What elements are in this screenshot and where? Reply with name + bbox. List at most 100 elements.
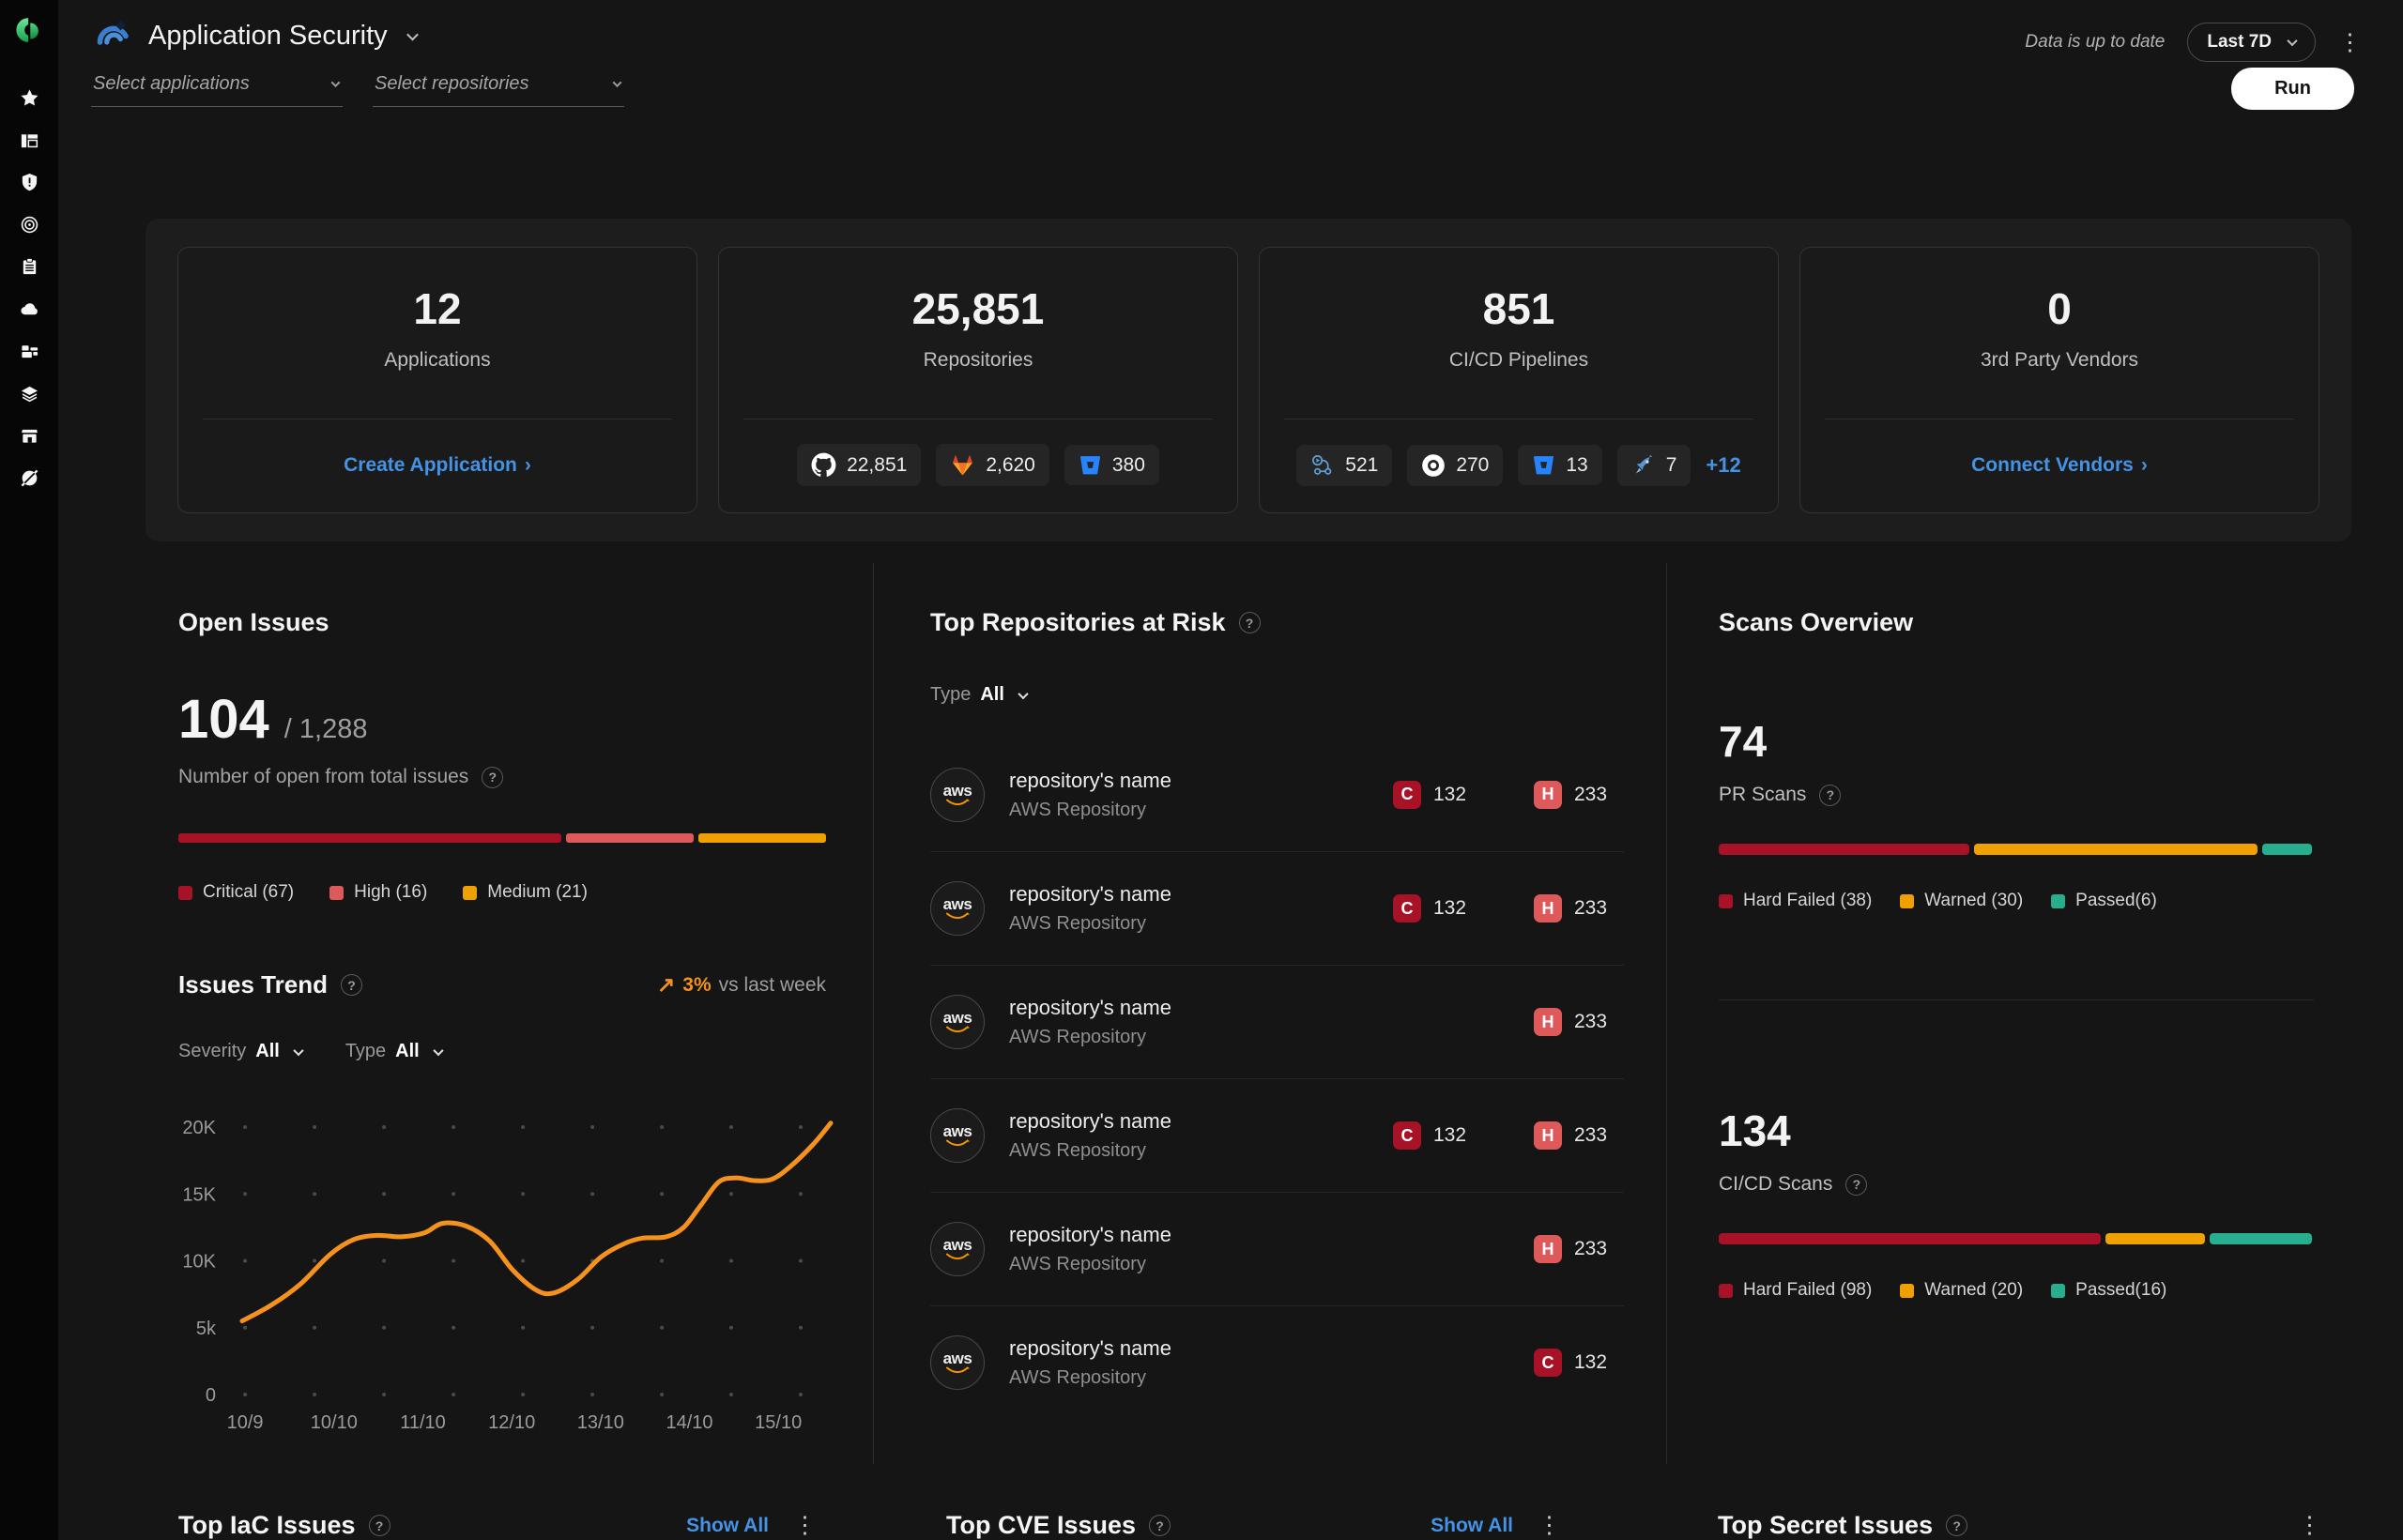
pr-scans-label: PR Scans ? xyxy=(1719,784,2314,806)
gitlab-repos-count: 2,620 xyxy=(986,453,1035,476)
bitbucket-repos-count: 380 xyxy=(1111,453,1145,476)
cicd-passed-segment xyxy=(2210,1233,2312,1244)
dashboard-layout-icon[interactable] xyxy=(8,119,50,161)
top-secret-issues-title: Top Secret Issues xyxy=(1718,1511,1934,1539)
iac-show-all-link[interactable]: Show All xyxy=(686,1515,769,1537)
storefront-icon[interactable] xyxy=(8,415,50,457)
cloud-icon[interactable] xyxy=(8,288,50,330)
github-actions-count: 521 xyxy=(1345,453,1379,476)
connect-vendors-link[interactable]: Connect Vendors › xyxy=(1971,454,2148,477)
shield-alert-icon[interactable] xyxy=(8,161,50,204)
title-chevron-down-icon[interactable] xyxy=(406,28,419,41)
high-badge: H xyxy=(1534,1008,1562,1036)
cicd-scans-bar xyxy=(1719,1233,2312,1244)
azure-pipelines-count: 7 xyxy=(1665,453,1677,476)
sidebar xyxy=(0,0,58,1540)
create-application-link[interactable]: Create Application › xyxy=(344,454,531,477)
iac-help-icon[interactable]: ? xyxy=(368,1515,390,1536)
main-columns: Open Issues 104 / 1,288 Number of open f… xyxy=(94,563,2351,1464)
repo-name: repository's name xyxy=(1009,1336,1171,1360)
azure-pipelines-icon xyxy=(1631,453,1656,478)
legend-medium: Medium (21) xyxy=(463,882,588,903)
severity-dropdown[interactable]: Severity All xyxy=(178,1041,304,1062)
top-iac-issues-section: Top IaC Issues ? Show All ⋮ xyxy=(94,1496,873,1540)
cve-kebab-menu-icon[interactable]: ⋮ xyxy=(1538,1514,1561,1537)
iac-kebab-menu-icon[interactable]: ⋮ xyxy=(793,1514,817,1537)
data-status-text: Data is up to date xyxy=(2025,32,2166,52)
critical-badge: C xyxy=(1393,894,1421,922)
scans-divider xyxy=(1719,999,2314,1000)
layers-icon[interactable] xyxy=(8,373,50,415)
svg-text:15K: 15K xyxy=(182,1184,216,1205)
star-icon[interactable] xyxy=(8,77,50,119)
top-repos-help-icon[interactable]: ? xyxy=(1238,612,1261,633)
repo-name: repository's name xyxy=(1009,882,1171,906)
repo-row[interactable]: aws repository's name AWS Repository C 132 H 2… xyxy=(930,1078,1624,1192)
github-icon xyxy=(811,452,836,478)
open-issues-severity-bar xyxy=(178,833,826,843)
high-badge: H xyxy=(1534,894,1562,922)
summary-cards-panel: 12 Applications Create Application › 25,8… xyxy=(145,219,2351,541)
date-range-button[interactable]: Last 7D xyxy=(2187,23,2316,62)
high-count: 233 xyxy=(1574,1011,1608,1032)
aws-repo-icon: aws xyxy=(930,881,985,936)
high-badge-group: H 233 xyxy=(1534,1235,1624,1263)
high-badge-group: H 233 xyxy=(1534,894,1624,922)
open-issues-help-icon[interactable]: ? xyxy=(482,766,504,788)
high-bar-segment xyxy=(566,833,694,843)
high-count: 233 xyxy=(1574,1124,1608,1146)
cve-show-all-link[interactable]: Show All xyxy=(1431,1515,1513,1537)
type-dropdown-repos[interactable]: Type All xyxy=(930,684,1624,706)
issues-trend-help-icon[interactable]: ? xyxy=(340,974,362,996)
page-title: Application Security xyxy=(148,21,388,51)
date-range-value: Last 7D xyxy=(2207,32,2272,52)
applications-select[interactable]: Select applications xyxy=(91,69,343,107)
pipelines-more-link[interactable]: +12 xyxy=(1706,453,1740,478)
open-issues-section: Open Issues 104 / 1,288 Number of open f… xyxy=(94,563,873,1464)
repo-name: repository's name xyxy=(1009,996,1171,1019)
critical-badge-group: C 132 xyxy=(1393,780,1483,809)
repositories-select[interactable]: Select repositories xyxy=(373,69,624,107)
cve-help-icon[interactable]: ? xyxy=(1149,1515,1171,1536)
legend-high: High (16) xyxy=(329,882,427,903)
blocks-icon[interactable] xyxy=(8,330,50,373)
high-badge-group: H 233 xyxy=(1534,780,1624,809)
github-actions-icon xyxy=(1310,453,1335,478)
repo-row[interactable]: awsrepository's nameAWS RepositoryCH233 xyxy=(930,1192,1624,1305)
gitlab-icon xyxy=(950,452,975,478)
header-kebab-menu-icon[interactable]: ⋮ xyxy=(2338,30,2362,54)
scans-overview-title: Scans Overview xyxy=(1719,608,1914,636)
svg-text:15/10: 15/10 xyxy=(755,1412,802,1433)
applications-select-placeholder: Select applications xyxy=(93,73,250,94)
trend-delta-suffix: vs last week xyxy=(718,973,826,996)
applications-count: 12 xyxy=(413,284,462,333)
repo-row[interactable]: aws repository's name AWS Repository C 132 H 2… xyxy=(930,851,1624,965)
github-actions-chip: 521 xyxy=(1296,444,1393,486)
report-clipboard-icon[interactable] xyxy=(8,246,50,288)
scan-target-icon[interactable] xyxy=(8,204,50,246)
compass-icon[interactable] xyxy=(8,457,50,499)
run-button[interactable]: Run xyxy=(2231,68,2354,110)
trend-delta: ↗ 3% vs last week xyxy=(657,972,826,998)
bottom-sections: Top IaC Issues ? Show All ⋮ Top CVE Issu… xyxy=(94,1496,2351,1540)
critical-count: 132 xyxy=(1433,1124,1467,1146)
cycode-logo[interactable] xyxy=(14,15,44,45)
secret-help-icon[interactable]: ? xyxy=(1946,1515,1968,1536)
github-repos-count: 22,851 xyxy=(847,453,908,476)
repositories-label: Repositories xyxy=(923,349,1033,371)
aws-repo-icon: aws xyxy=(930,1108,985,1163)
repo-row[interactable]: aws repository's name AWS Repository C 132 H 2… xyxy=(930,738,1624,851)
critical-badge: C xyxy=(1393,780,1421,809)
cicd-scans-help-icon[interactable]: ? xyxy=(1845,1173,1868,1196)
type-dropdown-trend[interactable]: Type All xyxy=(345,1041,444,1062)
critical-badge: C xyxy=(1393,1121,1421,1150)
secret-kebab-menu-icon[interactable]: ⋮ xyxy=(2298,1514,2321,1537)
cicd-hard-failed-segment xyxy=(1719,1233,2102,1244)
vendors-card: 0 3rd Party Vendors Connect Vendors › xyxy=(1799,247,2319,513)
high-count: 233 xyxy=(1574,783,1608,805)
svg-text:14/10: 14/10 xyxy=(666,1412,712,1433)
trend-filters: Severity All Type All xyxy=(178,1041,826,1062)
repo-row[interactable]: awsrepository's nameAWS RepositoryCH233 xyxy=(930,965,1624,1078)
repo-row[interactable]: awsrepository's nameAWS RepositoryC132H xyxy=(930,1305,1624,1419)
pr-scans-help-icon[interactable]: ? xyxy=(1819,784,1842,806)
